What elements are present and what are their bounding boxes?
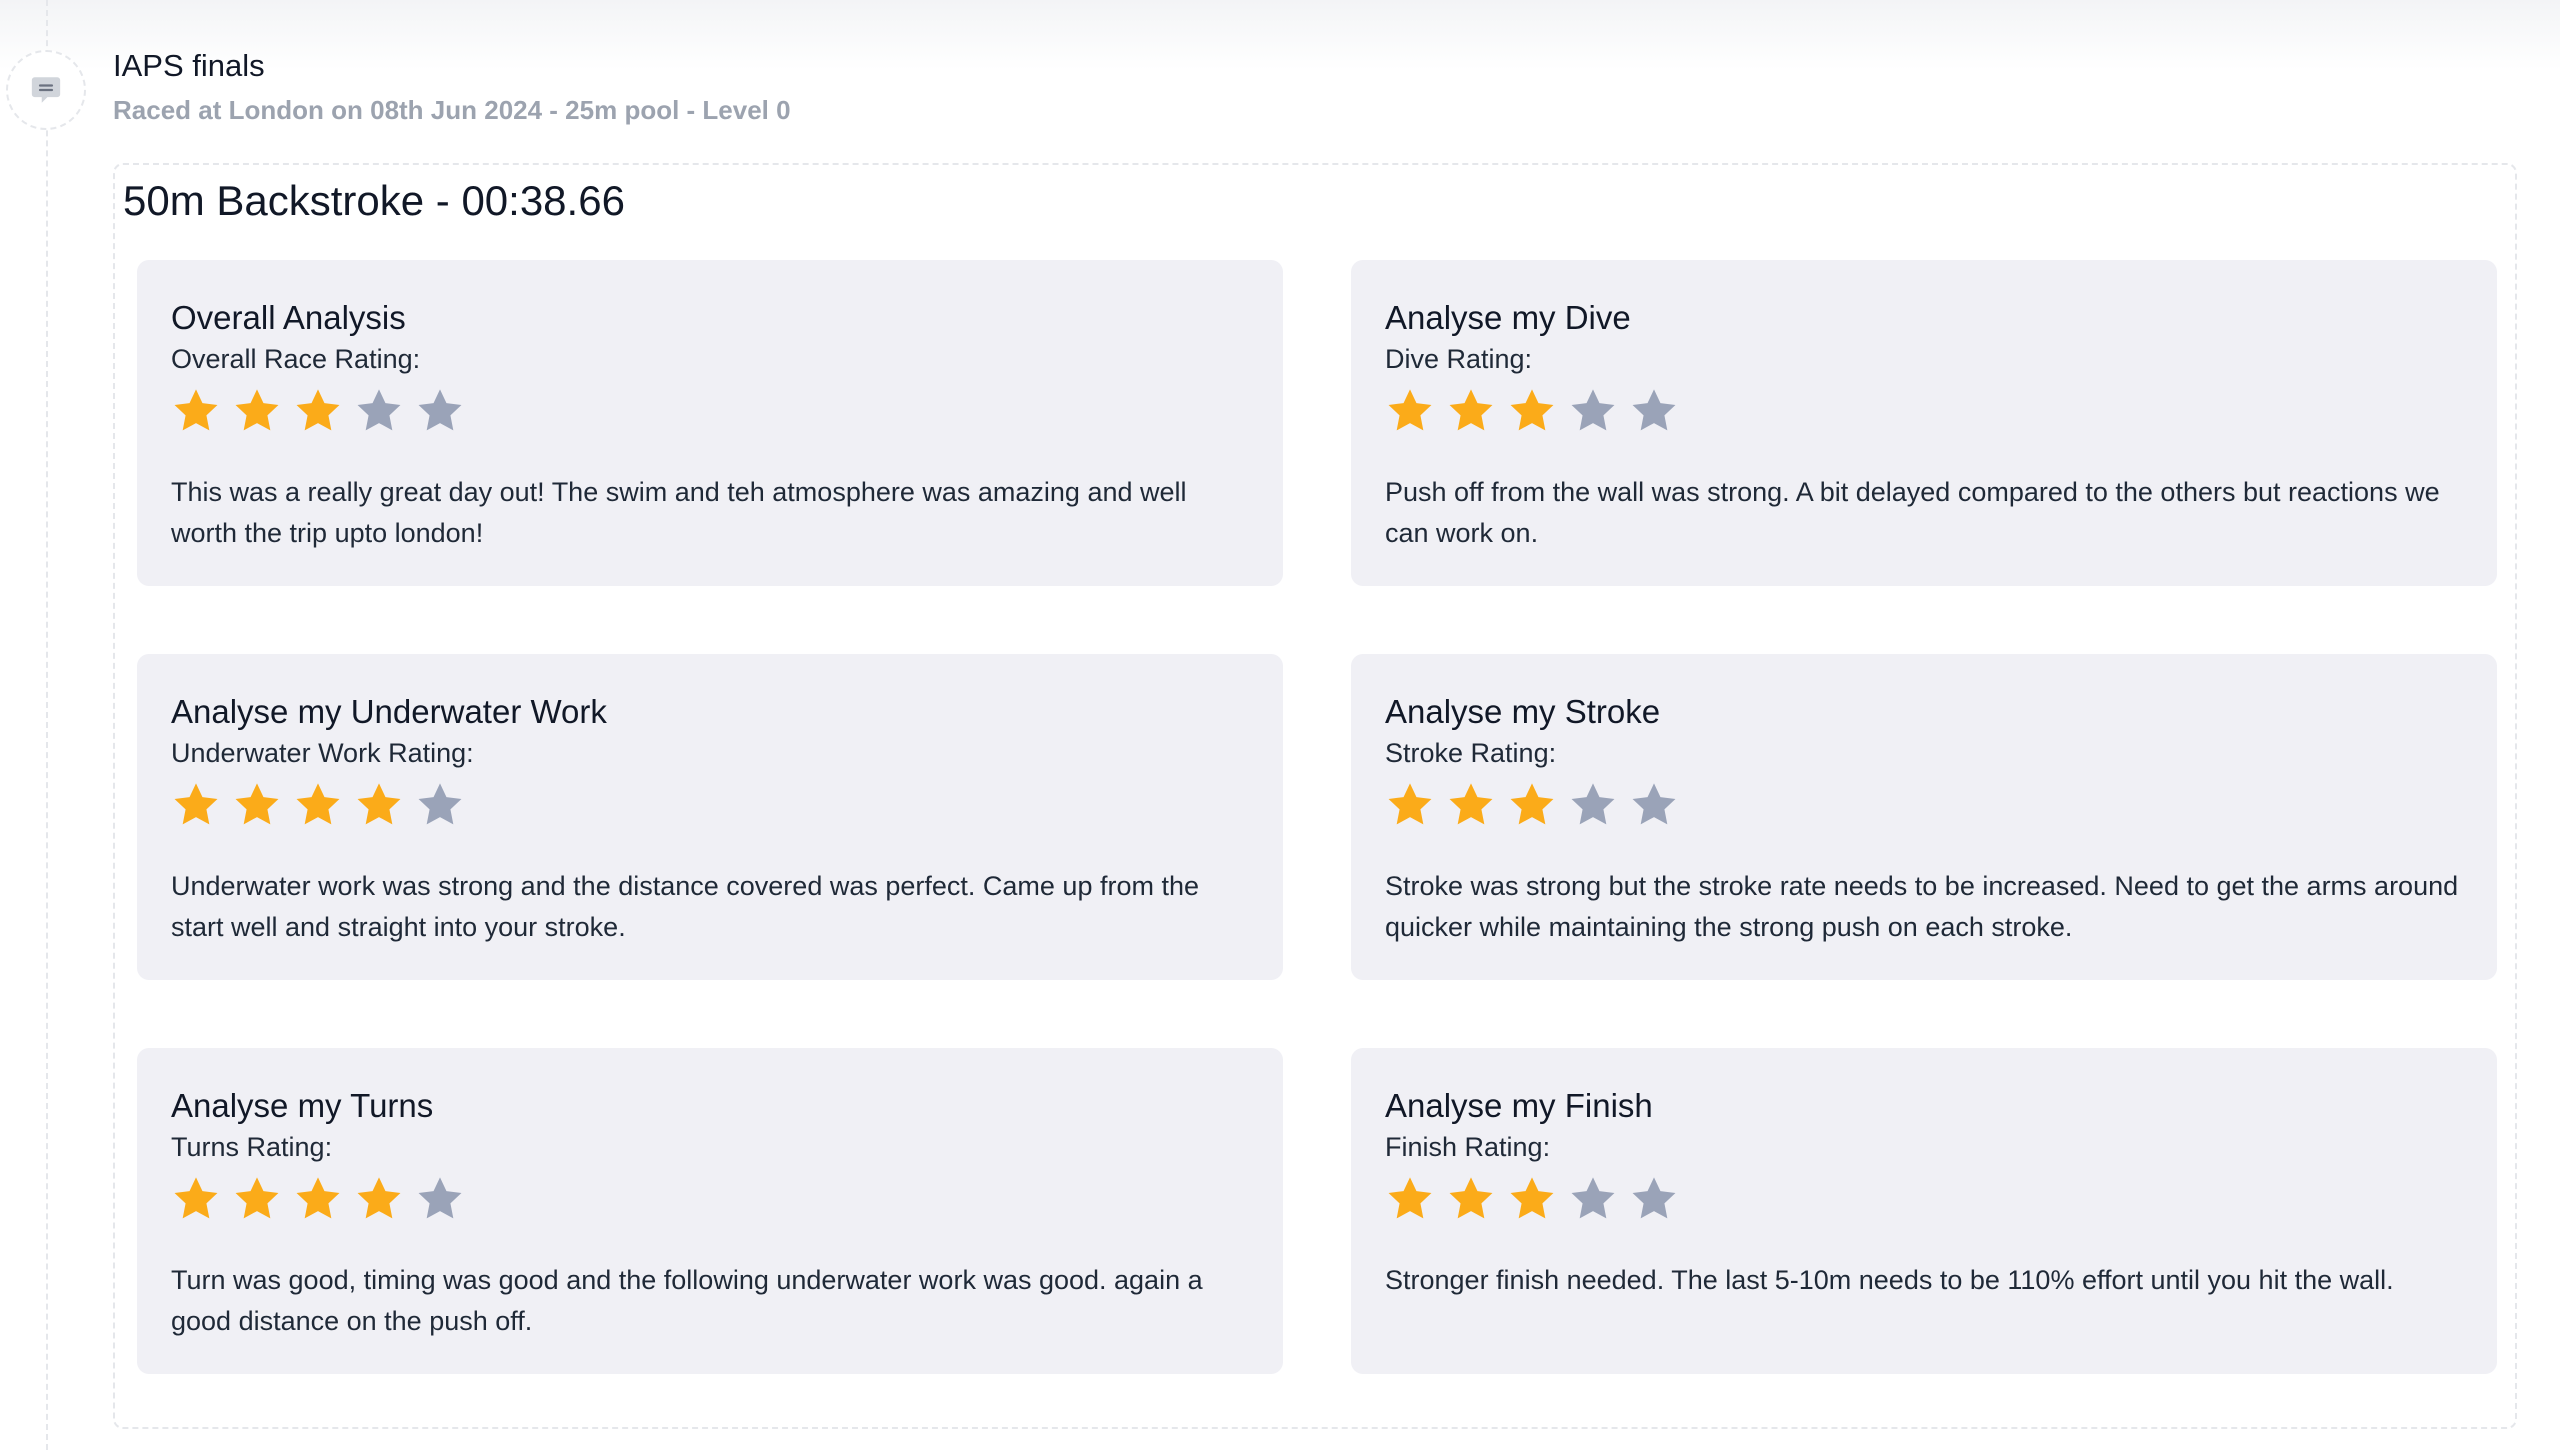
card-title: Analyse my Stroke <box>1385 693 1661 730</box>
star-rating <box>1385 1174 2463 1224</box>
star-filled-icon <box>235 783 279 825</box>
star-filled-icon <box>357 1177 401 1219</box>
star-filled-icon <box>1510 389 1554 431</box>
card-text: Push off from the wall was strong. A bit… <box>1385 477 2440 548</box>
event-title: IAPS finals <box>113 48 265 83</box>
analysis-grid: Overall Analysis Overall Race Rating: Th… <box>137 260 2497 1374</box>
analysis-card-turns: Analyse my Turns Turns Rating: Turn was … <box>137 1048 1283 1374</box>
event-header: IAPS finals Raced at London on 08th Jun … <box>113 44 791 128</box>
card-title: Analyse my Turns <box>171 1087 434 1124</box>
star-filled-icon <box>1510 1177 1554 1219</box>
star-filled-icon <box>1388 783 1432 825</box>
card-rating-label: Stroke Rating: <box>1385 738 1557 768</box>
race-result-title: 50m Backstroke - 00:38.66 <box>123 177 625 224</box>
star-empty-icon <box>1571 1177 1615 1219</box>
star-filled-icon <box>296 1177 340 1219</box>
star-filled-icon <box>1388 389 1432 431</box>
star-filled-icon <box>1510 783 1554 825</box>
card-rating-label: Underwater Work Rating: <box>171 738 474 768</box>
card-rating-label: Turns Rating: <box>171 1132 333 1162</box>
star-filled-icon <box>235 389 279 431</box>
page: IAPS finals Raced at London on 08th Jun … <box>0 0 2560 1450</box>
card-text: Stronger finish needed. The last 5-10m n… <box>1385 1265 2394 1295</box>
timeline-line <box>46 0 48 1450</box>
comment-icon <box>29 73 63 107</box>
star-rating <box>1385 780 2463 830</box>
star-empty-icon <box>1632 783 1676 825</box>
card-text: Turn was good, timing was good and the f… <box>171 1265 1203 1336</box>
analysis-card-underwater: Analyse my Underwater Work Underwater Wo… <box>137 654 1283 980</box>
star-filled-icon <box>1449 389 1493 431</box>
star-filled-icon <box>296 783 340 825</box>
analysis-card-overall: Overall Analysis Overall Race Rating: Th… <box>137 260 1283 586</box>
analysis-card-finish: Analyse my Finish Finish Rating: Stronge… <box>1351 1048 2497 1374</box>
star-empty-icon <box>1571 389 1615 431</box>
analysis-card-stroke: Analyse my Stroke Stroke Rating: Stroke … <box>1351 654 2497 980</box>
card-text: Underwater work was strong and the dista… <box>171 871 1199 942</box>
star-empty-icon <box>357 389 401 431</box>
star-empty-icon <box>418 783 462 825</box>
card-title: Analyse my Finish <box>1385 1087 1653 1124</box>
star-filled-icon <box>174 389 218 431</box>
card-title: Analyse my Underwater Work <box>171 693 607 730</box>
timeline-marker <box>6 50 86 130</box>
event-subtitle: Raced at London on 08th Jun 2024 - 25m p… <box>113 95 791 125</box>
analysis-card-dive: Analyse my Dive Dive Rating: Push off fr… <box>1351 260 2497 586</box>
star-filled-icon <box>1449 1177 1493 1219</box>
card-text: Stroke was strong but the stroke rate ne… <box>1385 871 2459 942</box>
star-filled-icon <box>174 783 218 825</box>
star-empty-icon <box>1632 389 1676 431</box>
card-rating-label: Overall Race Rating: <box>171 344 421 374</box>
star-rating <box>171 386 1249 436</box>
star-filled-icon <box>357 783 401 825</box>
star-empty-icon <box>1632 1177 1676 1219</box>
race-result-panel: 50m Backstroke - 00:38.66 Overall Analys… <box>113 163 2517 1429</box>
card-title: Overall Analysis <box>171 299 406 336</box>
card-rating-label: Dive Rating: <box>1385 344 1533 374</box>
card-title: Analyse my Dive <box>1385 299 1631 336</box>
card-rating-label: Finish Rating: <box>1385 1132 1551 1162</box>
star-filled-icon <box>1388 1177 1432 1219</box>
card-text: This was a really great day out! The swi… <box>171 477 1187 548</box>
star-filled-icon <box>296 389 340 431</box>
star-filled-icon <box>174 1177 218 1219</box>
star-empty-icon <box>418 1177 462 1219</box>
star-filled-icon <box>235 1177 279 1219</box>
star-rating <box>171 1174 1249 1224</box>
star-empty-icon <box>1571 783 1615 825</box>
star-empty-icon <box>418 389 462 431</box>
star-rating <box>171 780 1249 830</box>
star-filled-icon <box>1449 783 1493 825</box>
star-rating <box>1385 386 2463 436</box>
